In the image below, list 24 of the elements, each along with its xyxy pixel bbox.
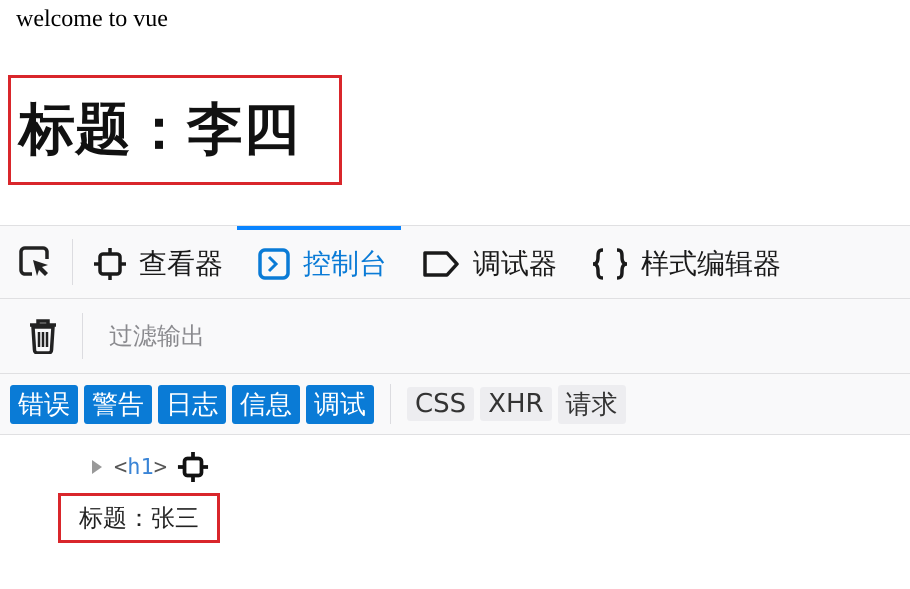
log-message: 标题：张三 <box>58 493 220 543</box>
filter-chip[interactable]: 警告 <box>84 384 152 424</box>
filter-chip[interactable]: 信息 <box>232 384 300 424</box>
braces-icon <box>591 247 629 281</box>
page-heading: 标题：李四 <box>8 75 342 185</box>
crosshair-box-icon <box>93 247 127 281</box>
devtools-tab[interactable]: 调试器 <box>401 226 571 298</box>
filter-chip[interactable]: CSS <box>407 387 474 421</box>
filter-chip[interactable]: 日志 <box>158 384 226 424</box>
picker-icon <box>18 245 52 279</box>
filter-chip[interactable]: 错误 <box>10 384 78 424</box>
filter-field[interactable]: 过滤输出 <box>107 321 711 351</box>
console-icon <box>257 247 291 281</box>
trash-icon <box>28 318 58 354</box>
filter-chip[interactable]: XHR <box>480 387 552 421</box>
element-tag[interactable]: <h1> <box>114 454 167 480</box>
filter-chip[interactable]: 请求 <box>558 384 626 424</box>
devtools-tab[interactable]: 控制台 <box>237 226 401 298</box>
expand-triangle-icon[interactable] <box>90 457 104 477</box>
crosshair-box-icon[interactable] <box>177 451 209 483</box>
page-text: welcome to vue <box>15 5 169 34</box>
filter-chip[interactable]: 调试 <box>306 384 374 424</box>
devtools-tab[interactable]: 查看器 <box>73 226 237 298</box>
devtools-tab[interactable]: 样式编辑器 <box>571 226 795 298</box>
